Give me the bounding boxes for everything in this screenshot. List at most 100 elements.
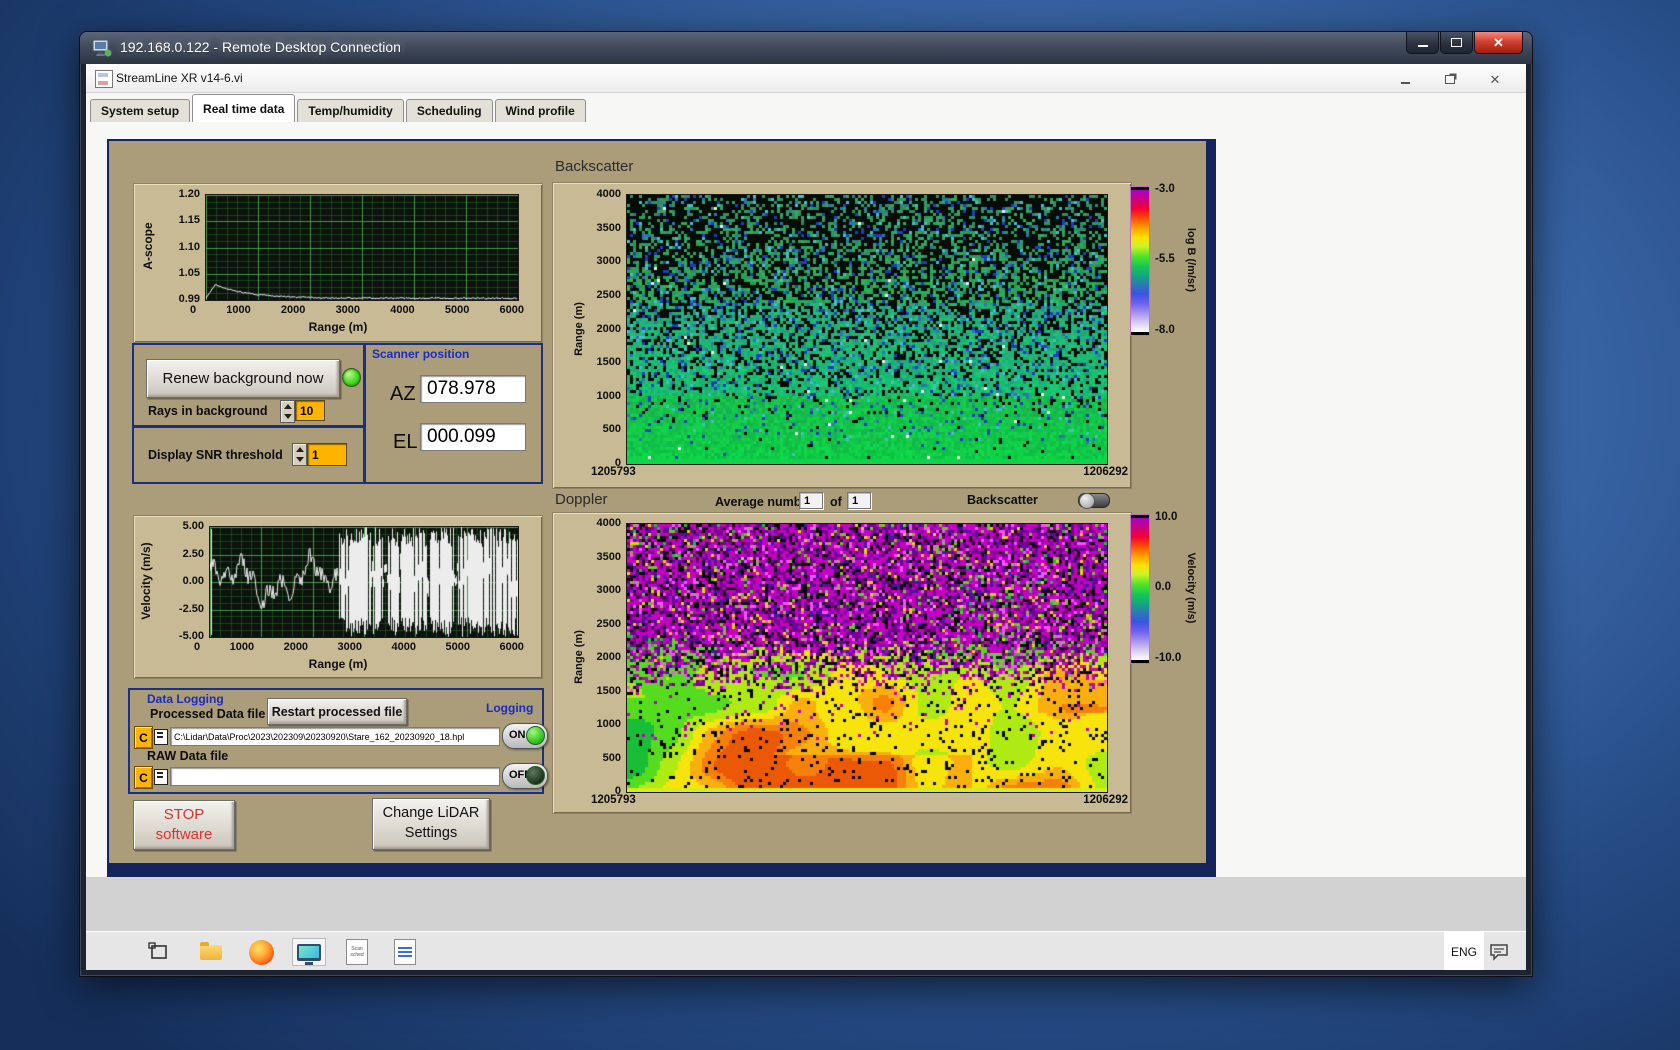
notes-app-icon[interactable] <box>388 938 422 966</box>
rdp-window: 192.168.0.122 - Remote Desktop Connectio… <box>80 32 1532 976</box>
tick-label: 1.15 <box>178 214 200 227</box>
vi-close-button[interactable]: ✕ <box>1480 70 1510 88</box>
tick-label: 0.00 <box>182 575 204 587</box>
ascope-plot <box>205 194 519 301</box>
taskbar: Scan sched ENG <box>86 931 1526 970</box>
tick-label: 3000 <box>335 304 361 316</box>
background-led-indicator <box>342 368 361 387</box>
tick-label: 3000 <box>337 641 363 653</box>
raw-path-field[interactable] <box>170 767 500 786</box>
scan-sched-icon[interactable]: Scan sched <box>340 938 374 966</box>
backscatter-title: Backscatter <box>555 158 634 175</box>
stop-software-button[interactable]: STOP software <box>133 800 235 850</box>
tab-scheduling[interactable]: Scheduling <box>405 99 493 122</box>
rdp-window-title: 192.168.0.122 - Remote Desktop Connectio… <box>120 39 401 55</box>
doppler-x-end: 1206292 <box>1083 794 1128 806</box>
of-label: of <box>830 495 842 509</box>
scanner-position-title: Scanner position <box>372 347 470 361</box>
rdp-minimize-button[interactable] <box>1406 32 1439 54</box>
processed-browse-folder-icon[interactable] <box>154 729 168 745</box>
rays-value-field[interactable]: 10 <box>295 400 325 421</box>
change-lidar-settings-button[interactable]: Change LiDAR Settings <box>372 798 490 850</box>
tick-label: 6000 <box>499 304 524 316</box>
tab-system-setup[interactable]: System setup <box>90 99 191 122</box>
minimize-icon <box>1417 44 1428 47</box>
velocity-plot <box>209 526 519 638</box>
el-label: EL <box>393 431 418 453</box>
tick-label: 5.00 <box>182 520 204 532</box>
change-line1: Change LiDAR <box>382 805 480 822</box>
maximize-icon <box>1451 38 1462 47</box>
file-explorer-folder-icon[interactable] <box>194 938 228 966</box>
restart-processed-file-button[interactable]: Restart processed file <box>267 698 407 725</box>
doppler-cbar-min: -10.0 <box>1155 652 1182 664</box>
tab-wind-profile[interactable]: Wind profile <box>494 99 586 122</box>
rdp-computer-icon <box>92 39 112 57</box>
backscatter-cbar-max: -3.0 <box>1155 183 1175 195</box>
tick-label: 0 <box>190 304 197 316</box>
el-value-field: 000.099 <box>420 423 526 451</box>
processed-path-text: C:\Lidar\Data\Proc\2023\202309\20230920\… <box>174 731 465 742</box>
doppler-cbar-max: 10.0 <box>1155 511 1178 523</box>
backscatter-colorbar <box>1130 186 1150 336</box>
background-control-box: Renew background now Rays in background … <box>132 343 365 427</box>
tick-label: 5000 <box>444 304 470 316</box>
average-number-field[interactable]: 1 <box>799 492 823 509</box>
backscatter-toggle-label: Backscatter <box>967 493 1038 507</box>
tick-label: 2000 <box>596 651 621 663</box>
task-view-icon[interactable] <box>142 938 176 966</box>
velocity-y-axis-label: Velocity (m/s) <box>139 542 153 620</box>
ascope-y-ticks: 1.20 1.15 1.10 1.05 0.99 <box>148 188 200 305</box>
tick-label: 2500 <box>596 617 621 630</box>
doppler-colorbar <box>1130 514 1150 664</box>
tick-label: 0 <box>194 641 201 653</box>
raw-logging-toggle[interactable]: OFF <box>502 763 548 789</box>
rdp-maximize-button[interactable] <box>1440 32 1473 54</box>
renew-background-button[interactable]: Renew background now <box>146 359 340 398</box>
average-total-field[interactable]: 1 <box>847 492 871 509</box>
tab-real-time-data[interactable]: Real time data <box>192 94 296 122</box>
tick-label: 4000 <box>391 641 416 653</box>
backscatter-heatmap <box>626 194 1108 465</box>
tick-label: 2.50 <box>182 547 204 560</box>
close-icon: ✕ <box>1489 71 1501 87</box>
vi-app-icon <box>95 70 113 88</box>
restore-icon <box>1445 74 1455 84</box>
doppler-cbar-mid: 0.0 <box>1155 581 1171 593</box>
tick-label: 1.20 <box>178 188 200 200</box>
rays-spinner[interactable] <box>280 400 295 423</box>
chat-notification-icon[interactable] <box>1482 938 1516 966</box>
snr-value-field[interactable]: 1 <box>307 443 347 466</box>
snr-spinner[interactable] <box>292 443 307 466</box>
vi-minimize-button[interactable] <box>1390 70 1420 88</box>
data-logging-title: Data Logging <box>147 692 224 706</box>
firefox-icon[interactable] <box>244 938 278 966</box>
language-indicator[interactable]: ENG <box>1444 932 1484 970</box>
toggle-on-knob <box>526 726 545 745</box>
raw-browse-folder-icon[interactable] <box>154 769 168 785</box>
vi-restore-button[interactable] <box>1435 70 1465 88</box>
processed-logging-toggle[interactable]: ON <box>502 723 548 749</box>
minimize-icon <box>1400 81 1410 84</box>
streamline-app-icon[interactable] <box>292 938 326 966</box>
processed-path-field[interactable]: C:\Lidar\Data\Proc\2023\202309\20230920\… <box>170 727 500 746</box>
az-label: AZ <box>390 383 416 405</box>
backscatter-y-axis-label: Range (m) <box>573 302 585 356</box>
backscatter-frame: 4000 3500 3000 2500 2000 1500 1000 500 0 Range (… <box>552 182 1132 489</box>
doppler-cbar-axis-label: Velocity (m/s) <box>1185 552 1197 624</box>
tick-label: 500 <box>602 751 621 764</box>
tick-label: 3000 <box>596 255 621 268</box>
change-line2: Settings <box>404 825 458 841</box>
raw-drive-button[interactable]: C <box>134 766 153 789</box>
backscatter-x-start: 1205793 <box>591 466 636 478</box>
toggle-knob <box>1079 493 1095 509</box>
tick-label: 6000 <box>499 641 524 653</box>
tab-strip: System setup Real time data Temp/humidit… <box>90 94 588 122</box>
backscatter-cbar-axis-label: log B (/m/sr) <box>1185 227 1197 293</box>
doppler-frame: 4000 3500 3000 2500 2000 1500 1000 500 0 Range (… <box>552 512 1132 814</box>
processed-drive-button[interactable]: C <box>134 726 153 749</box>
tab-temp-humidity[interactable]: Temp/humidity <box>297 99 404 122</box>
backscatter-toggle-switch[interactable] <box>1078 493 1110 509</box>
rdp-close-button[interactable]: ✕ <box>1474 32 1523 54</box>
tick-label: 1.10 <box>178 240 200 253</box>
